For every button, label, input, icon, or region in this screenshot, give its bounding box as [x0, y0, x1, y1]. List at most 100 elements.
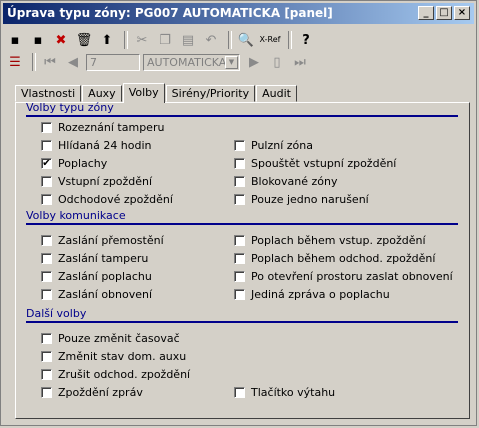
- tab-auxy[interactable]: Auxy: [82, 85, 122, 102]
- checkbox[interactable]: [41, 253, 52, 264]
- checkbox[interactable]: [234, 235, 245, 246]
- maximize-button[interactable]: □: [436, 6, 452, 20]
- checkbox-option[interactable]: Po otevření prostoru zaslat obnovení: [234, 270, 453, 283]
- checkbox-option[interactable]: Zpoždění zpráv: [41, 386, 143, 399]
- checkbox[interactable]: [41, 351, 52, 362]
- checkbox[interactable]: [41, 333, 52, 344]
- checkbox-option[interactable]: Pouze změnit časovač: [41, 332, 180, 345]
- checkbox-option[interactable]: Hlídaná 24 hodin: [41, 139, 152, 152]
- checkbox[interactable]: [234, 271, 245, 282]
- checkbox-option[interactable]: Zaslání poplachu: [41, 270, 152, 283]
- checkbox-label: Změnit stav dom. auxu: [58, 350, 187, 363]
- checkbox-option[interactable]: Vstupní zpoždění: [41, 175, 152, 188]
- checkbox-option[interactable]: Zaslání tamperu: [41, 252, 148, 265]
- checkbox-option[interactable]: Jediná zpráva o poplachu: [234, 288, 390, 301]
- checkbox[interactable]: [234, 140, 245, 151]
- checkbox-option[interactable]: Zrušit odchod. zpoždění: [41, 368, 190, 381]
- delete-icon[interactable]: ✖: [51, 30, 71, 50]
- checkbox-option[interactable]: Zaslání přemostění: [41, 234, 164, 247]
- section-divider: [26, 223, 458, 225]
- chevron-down-icon[interactable]: ▼: [225, 55, 238, 69]
- zone-select-value: AUTOMATICKA: [147, 55, 227, 69]
- checkbox[interactable]: [41, 235, 52, 246]
- help-icon[interactable]: ?: [296, 30, 316, 50]
- save-icon[interactable]: ▪: [5, 30, 25, 50]
- window-controls: _ □ ×: [416, 6, 470, 20]
- tab-vlastnosti[interactable]: Vlastnosti: [15, 85, 82, 102]
- checkbox-label: Zaslání tamperu: [58, 252, 149, 265]
- section-divider: [26, 115, 458, 117]
- toolbar-separator: [124, 31, 128, 49]
- next-record-icon[interactable]: ▶: [244, 52, 264, 72]
- cut-icon[interactable]: ✂: [132, 30, 152, 50]
- checkbox[interactable]: [234, 158, 245, 169]
- checkbox-label: Spouštět vstupní zpoždění: [251, 157, 397, 170]
- new-record-icon[interactable]: ▯: [267, 52, 287, 72]
- checkbox[interactable]: [41, 387, 52, 398]
- checkbox-option[interactable]: Poplach během vstup. zpoždění: [234, 234, 426, 247]
- tab-sireny-priority[interactable]: Sirény/Priority: [165, 85, 256, 102]
- checkbox[interactable]: [41, 369, 52, 380]
- save-all-icon[interactable]: ▪: [28, 30, 48, 50]
- checkbox[interactable]: [41, 122, 52, 133]
- checkbox[interactable]: [41, 140, 52, 151]
- checkbox-label: Poplach během odchod. zpoždění: [251, 252, 436, 265]
- checkbox-option[interactable]: Spouštět vstupní zpoždění: [234, 157, 396, 170]
- checkbox-option[interactable]: Pulzní zóna: [234, 139, 313, 152]
- checkbox-label: Poplachy: [58, 157, 108, 170]
- checkbox-option[interactable]: Odchodové zpoždění: [41, 193, 173, 206]
- checkbox-label: Po otevření prostoru zaslat obnovení: [251, 270, 453, 283]
- section-title-communication-options: Volby komunikace: [26, 209, 126, 222]
- checkbox-label: Odchodové zpoždění: [58, 193, 173, 206]
- checkbox-label: Jediná zpráva o poplachu: [251, 288, 390, 301]
- checkbox-label: Vstupní zpoždění: [58, 175, 153, 188]
- upload-icon[interactable]: ⬆: [97, 30, 117, 50]
- checkbox[interactable]: [41, 289, 52, 300]
- checkbox[interactable]: [234, 387, 245, 398]
- copy-icon[interactable]: ❐: [155, 30, 175, 50]
- checkbox[interactable]: [41, 176, 52, 187]
- checkbox[interactable]: [41, 194, 52, 205]
- section-divider: [26, 321, 458, 323]
- checkbox[interactable]: [234, 176, 245, 187]
- checkbox-option[interactable]: Poplach během odchod. zpoždění: [234, 252, 435, 265]
- minimize-button[interactable]: _: [418, 6, 434, 20]
- section-title-zone-options: Volby typu zóny: [26, 101, 114, 114]
- checkbox-label: Zaslání poplachu: [58, 270, 152, 283]
- checkbox-label: Pulzní zóna: [251, 139, 313, 152]
- section-title-other-options: Další volby: [26, 307, 87, 320]
- checkbox[interactable]: [41, 271, 52, 282]
- checkbox[interactable]: [234, 194, 245, 205]
- tab-audit[interactable]: Audit: [256, 85, 297, 102]
- checkbox-option[interactable]: Zaslání obnovení: [41, 288, 152, 301]
- checkbox-label: Rozeznání tamperu: [58, 121, 165, 134]
- checkbox[interactable]: [234, 253, 245, 264]
- close-window-button[interactable]: ×: [454, 6, 470, 20]
- checkbox-option[interactable]: Rozeznání tamperu: [41, 121, 164, 134]
- options-panel: Volby typu zóny Rozeznání tamperu Hlídan…: [15, 101, 470, 419]
- last-record-icon[interactable]: ⏭: [290, 52, 310, 72]
- checkbox-label: Tlačítko výtahu: [251, 386, 336, 399]
- undo-icon[interactable]: ↶: [201, 30, 221, 50]
- trash-icon[interactable]: 🗑: [74, 30, 94, 50]
- records-icon[interactable]: ☰: [5, 52, 25, 72]
- checkbox-option[interactable]: Změnit stav dom. auxu: [41, 350, 186, 363]
- checkbox-checked[interactable]: ✔: [41, 158, 52, 169]
- checkbox-option[interactable]: ✔ Poplachy: [41, 157, 107, 170]
- zone-select[interactable]: AUTOMATICKA ▼: [143, 53, 240, 71]
- record-number-field[interactable]: 7: [86, 53, 140, 71]
- checkbox-label: Zrušit odchod. zpoždění: [58, 368, 191, 381]
- find-icon[interactable]: 🔍: [236, 30, 256, 50]
- tab-volby[interactable]: Volby: [122, 83, 165, 103]
- checkbox-option[interactable]: Tlačítko výtahu: [234, 386, 335, 399]
- title-bar: Úprava typu zóny: PG007 AUTOMATICKA [pan…: [3, 3, 474, 24]
- checkbox-option[interactable]: Blokované zóny: [234, 175, 338, 188]
- previous-record-icon[interactable]: ◀: [63, 52, 83, 72]
- xref-icon[interactable]: X-Ref: [259, 30, 281, 50]
- first-record-icon[interactable]: ⏮: [40, 52, 60, 72]
- paste-icon[interactable]: ▤: [178, 30, 198, 50]
- checkbox-option[interactable]: Pouze jedno narušení: [234, 193, 369, 206]
- checkbox-label: Hlídaná 24 hodin: [58, 139, 152, 152]
- checkbox[interactable]: [234, 289, 245, 300]
- toolbar-navigation: ☰ ⏮ ◀ 7 AUTOMATICKA ▼ ▶ ▯ ⏭: [5, 51, 313, 73]
